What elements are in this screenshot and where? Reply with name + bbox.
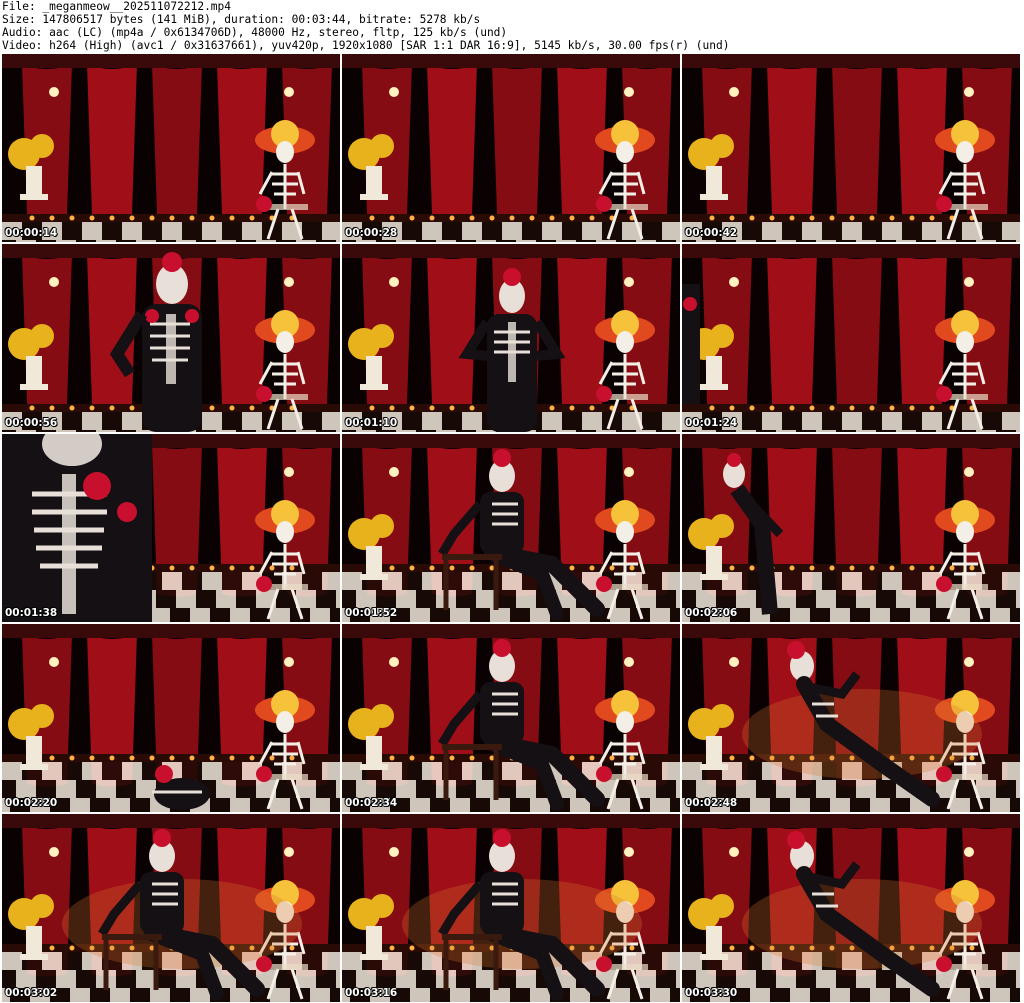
curtain-drape (152, 64, 202, 217)
thumbnail-scene (342, 814, 680, 1002)
thumbnail-frame: 00:01:10 (342, 244, 680, 432)
file-size-line: Size: 147806517 bytes (141 MiB), duratio… (2, 13, 481, 26)
timestamp-label: 00:02:34 (345, 797, 398, 809)
figure-silhouette (682, 284, 700, 404)
thumbnail-frame: 00:01:24 (682, 244, 1020, 432)
thumbnail-frame: 00:02:34 (342, 624, 680, 812)
thumbnail-scene (2, 814, 340, 1002)
thumbnail-frame: 00:00:42 (682, 54, 1020, 242)
thumbnail-scene (2, 434, 340, 622)
thumbnail-scene (682, 814, 1020, 1002)
curtain-drape (427, 254, 477, 407)
timestamp-label: 00:01:38 (5, 607, 58, 619)
curtain-drape (427, 64, 477, 217)
timestamp-label: 00:00:14 (5, 227, 58, 239)
curtain-drape (832, 254, 882, 407)
thumbnail-frame: 00:00:28 (342, 54, 680, 242)
timestamp-label: 00:00:28 (345, 227, 398, 239)
thumbnail-frame: 00:02:06 (682, 434, 1020, 622)
audio-info-line: Audio: aac (LC) (mp4a / 0x6134706D), 480… (2, 26, 508, 39)
thumbnail-scene (342, 244, 680, 432)
figure-silhouette (2, 434, 152, 622)
thumbnail-scene (682, 434, 1020, 622)
timestamp-label: 00:01:10 (345, 417, 398, 429)
thumbnail-scene (2, 54, 340, 242)
timestamp-label: 00:02:48 (685, 797, 738, 809)
timestamp-label: 00:02:20 (5, 797, 58, 809)
timestamp-label: 00:03:16 (345, 987, 398, 999)
thumbnail-scene (682, 624, 1020, 812)
thumbnail-frame: 00:02:20 (2, 624, 340, 812)
curtain-drape (767, 254, 817, 407)
thumbnail-scene (342, 54, 680, 242)
curtain-drape (87, 64, 137, 217)
thumbnail-frame: 00:00:56 (2, 244, 340, 432)
thumbnail-scene (2, 244, 340, 432)
video-info-line: Video: h264 (High) (avc1 / 0x31637661), … (2, 39, 730, 52)
timestamp-label: 00:01:24 (685, 417, 738, 429)
timestamp-label: 00:03:30 (685, 987, 738, 999)
thumbnail-frame: 00:02:48 (682, 624, 1020, 812)
thumbnail-frame: 00:03:02 (2, 814, 340, 1002)
timestamp-label: 00:00:56 (5, 417, 58, 429)
curtain-drape (832, 64, 882, 217)
thumbnail-frame: 00:01:52 (342, 434, 680, 622)
timestamp-label: 00:03:02 (5, 987, 58, 999)
timestamp-label: 00:01:52 (345, 607, 398, 619)
thumbnail-frame: 00:01:38 (2, 434, 340, 622)
timestamp-label: 00:02:06 (685, 607, 738, 619)
thumbnail-grid: 00:00:14 00:00:28 00:00:42 00:00:56 00:0… (2, 54, 1022, 1002)
thumbnail-scene (342, 434, 680, 622)
timestamp-label: 00:00:42 (685, 227, 738, 239)
thumbnail-frame: 00:00:14 (2, 54, 340, 242)
thumbnail-frame: 00:03:30 (682, 814, 1020, 1002)
thumbnail-frame: 00:03:16 (342, 814, 680, 1002)
thumbnail-scene (2, 624, 340, 812)
thumbnail-scene (682, 244, 1020, 432)
curtain-drape (492, 64, 542, 217)
file-name-line: File: _meganmeow__202511072212.mp4 (2, 0, 232, 13)
thumbnail-scene (682, 54, 1020, 242)
file-info-header: File: _meganmeow__202511072212.mp4 Size:… (0, 0, 1024, 54)
thumbnail-scene (342, 624, 680, 812)
curtain-drape (767, 64, 817, 217)
